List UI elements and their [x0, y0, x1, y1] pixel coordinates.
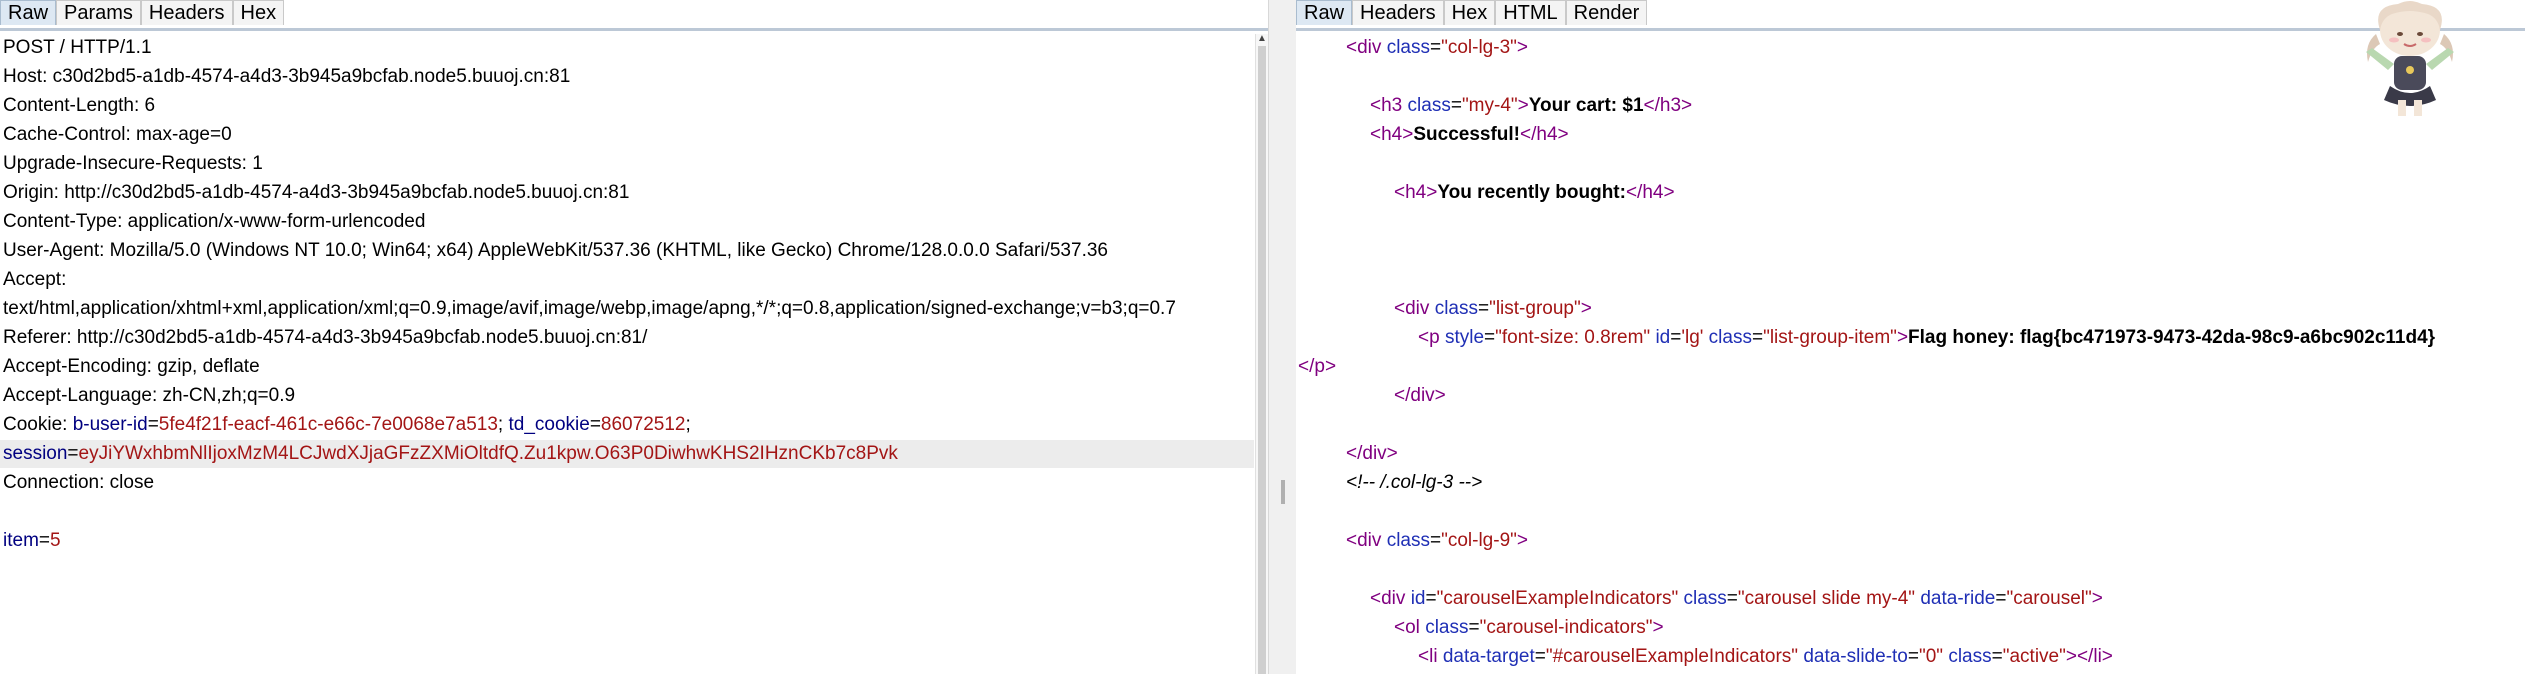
code-line: <h4>Successful!</h4> — [1370, 124, 1569, 145]
code-line: <div class="col-lg-9"> — [1346, 530, 1528, 551]
tab-request-params[interactable]: Params — [56, 0, 141, 25]
request-editor[interactable]: POST / HTTP/1.1 Host: c30d2bd5-a1db-4574… — [0, 34, 1268, 674]
tab-request-hex[interactable]: Hex — [232, 0, 285, 25]
response-tabbar: Raw Headers Hex HTML Render — [1296, 0, 2525, 31]
code-line: <div id="carouselExampleIndicators" clas… — [1370, 588, 2103, 609]
cookie-key: td_cookie — [508, 414, 590, 435]
cookie-value: 86072512 — [600, 414, 686, 435]
flag-text: Flag honey: flag{bc471973-9473-42da-98c9… — [1908, 327, 2436, 348]
mascot-sticker-icon — [2366, 1, 2454, 116]
tab-response-render[interactable]: Render — [1565, 0, 1648, 25]
tab-request-headers[interactable]: Headers — [140, 0, 233, 25]
header-content-length: Content-Length: 6 — [3, 95, 156, 116]
header-accept-encoding: Accept-Encoding: gzip, deflate — [3, 356, 260, 377]
header-upgrade-insecure: Upgrade-Insecure-Requests: 1 — [3, 153, 263, 174]
header-connection: Connection: close — [3, 472, 155, 493]
scroll-up-icon[interactable]: ▲ — [1257, 34, 1267, 44]
code-line: <div class="col-lg-3"> — [1346, 37, 1528, 58]
header-content-type: Content-Type: application/x-www-form-url… — [3, 211, 426, 232]
code-line: <li data-target="#carouselExampleIndicat… — [1418, 646, 2113, 667]
session-key: session — [3, 443, 68, 464]
code-line: <ol class="carousel-indicators"> — [1394, 617, 1664, 638]
tab-response-headers[interactable]: Headers — [1352, 0, 1444, 25]
scrollbar-thumb[interactable] — [1258, 46, 1266, 674]
cart-total-text: Your cart: $1 — [1528, 95, 1644, 116]
header-accept-value: text/html,application/xhtml+xml,applicat… — [3, 298, 1176, 319]
request-tabbar: Raw Params Headers Hex — [0, 0, 1268, 31]
cookie-session-line: session=eyJiYWxhbmNlIjoxMzM4LCJwdXJjaGFz… — [0, 440, 1254, 468]
session-value: eyJiYWxhbmNlIjoxMzM4LCJwdXJjaGFzZXMiOltd… — [78, 443, 898, 464]
code-line: <div class="list-group"> — [1394, 298, 1592, 319]
code-line: <h3 class="my-4">Your cart: $1</h3> — [1370, 95, 1693, 116]
request-line: POST / HTTP/1.1 — [3, 37, 152, 58]
header-user-agent: User-Agent: Mozilla/5.0 (Windows NT 10.0… — [3, 240, 1108, 261]
tab-response-hex[interactable]: Hex — [1443, 0, 1496, 25]
code-line: <p style="font-size: 0.8rem" id='lg' cla… — [1418, 327, 2436, 348]
code-line: <h4>You recently bought:</h4> — [1394, 182, 1675, 203]
body-param-value: 5 — [50, 530, 61, 551]
code-line: </p> — [1298, 356, 1337, 377]
response-editor[interactable]: <div class="col-lg-3"> <h3 class="my-4">… — [1296, 34, 2525, 674]
header-host: Host: c30d2bd5-a1db-4574-a4d3-3b945a9bcf… — [3, 66, 571, 87]
cookie-key: b-user-id — [72, 414, 148, 435]
pane-splitter[interactable] — [1268, 0, 1298, 674]
code-line: </div> — [1346, 443, 1398, 464]
tab-response-html[interactable]: HTML — [1495, 0, 1566, 25]
code-comment: <!-- /.col-lg-3 --> — [1346, 472, 1483, 493]
header-cookie: Cookie: b-user-id=5fe4f21f-eacf-461c-e66… — [3, 414, 691, 435]
tab-request-raw[interactable]: Raw — [0, 0, 57, 25]
bought-text: You recently bought: — [1437, 182, 1626, 203]
cookie-value: 5fe4f21f-eacf-461c-e66c-7e0068e7a513 — [158, 414, 498, 435]
header-cache-control: Cache-Control: max-age=0 — [3, 124, 232, 145]
request-body: item=5 — [3, 530, 61, 551]
header-accept: Accept: — [3, 269, 67, 290]
request-pane: Raw Params Headers Hex POST / HTTP/1.1 H… — [0, 0, 1268, 674]
header-origin: Origin: http://c30d2bd5-a1db-4574-a4d3-3… — [3, 182, 630, 203]
header-referer: Referer: http://c30d2bd5-a1db-4574-a4d3-… — [3, 327, 648, 348]
tab-response-raw[interactable]: Raw — [1296, 0, 1353, 25]
code-line: </div> — [1394, 385, 1446, 406]
splitter-grip[interactable] — [1281, 480, 1285, 504]
cookie-label: Cookie: — [3, 414, 73, 435]
header-accept-language: Accept-Language: zh-CN,zh;q=0.9 — [3, 385, 296, 406]
request-scrollbar[interactable]: ▲ — [1255, 34, 1268, 674]
response-pane: Raw Headers Hex HTML Render <div class="… — [1296, 0, 2525, 674]
success-text: Successful! — [1413, 124, 1521, 145]
body-param-key: item — [3, 530, 39, 551]
